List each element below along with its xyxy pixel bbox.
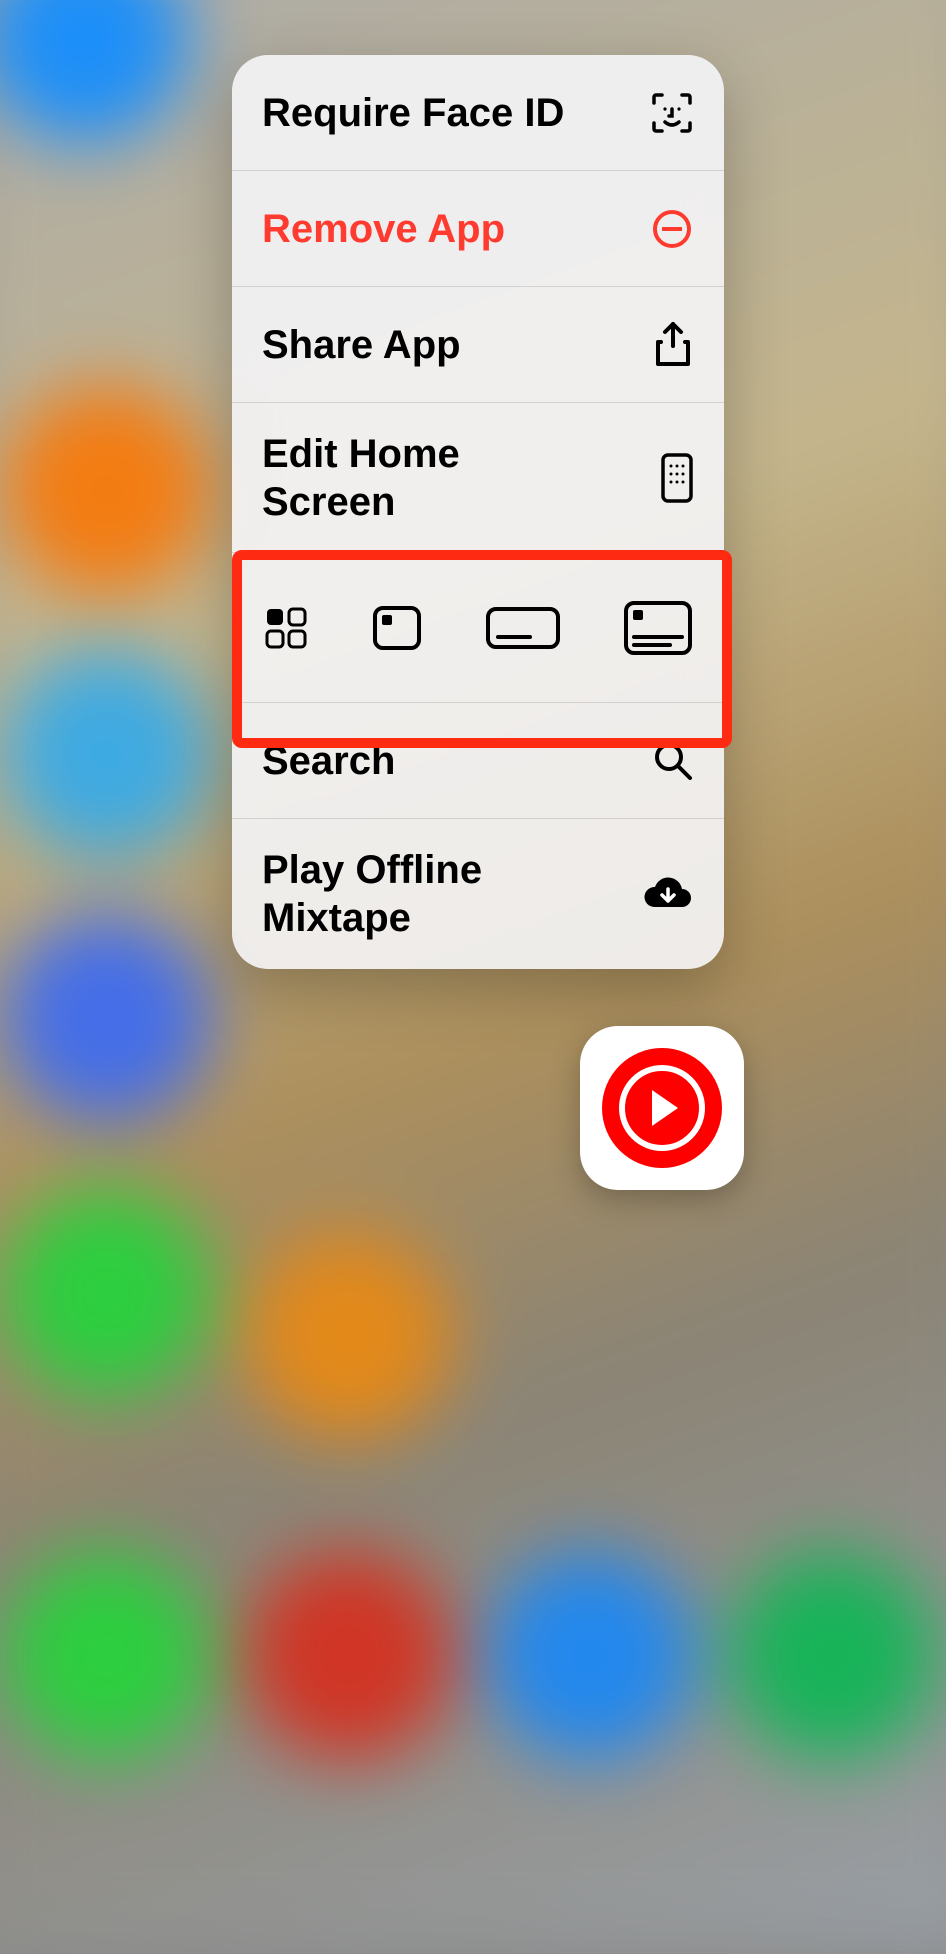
menu-item-label: Share App: [262, 321, 461, 369]
widget-large-card[interactable]: [622, 599, 694, 657]
play-offline-mixtape-item[interactable]: Play Offline Mixtape: [232, 819, 724, 969]
remove-app-item[interactable]: Remove App: [232, 171, 724, 287]
menu-item-label: Remove App: [262, 205, 505, 253]
cloud-download-icon: [642, 875, 694, 913]
youtube-music-icon: [602, 1048, 722, 1168]
search-icon: [652, 740, 694, 782]
menu-item-label: Search: [262, 737, 395, 785]
face-id-icon: [650, 91, 694, 135]
app-icon-youtube-music[interactable]: [580, 1026, 744, 1190]
widget-size-row: [232, 553, 724, 703]
widget-small-card[interactable]: [370, 603, 424, 653]
menu-item-label: Play Offline Mixtape: [262, 846, 602, 942]
remove-icon: [650, 207, 694, 251]
widget-wide-card[interactable]: [484, 605, 562, 651]
phone-grid-icon: [660, 452, 694, 504]
app-context-menu: Require Face ID Remove App Share App: [232, 55, 724, 969]
widget-icon-grid[interactable]: [262, 604, 310, 652]
require-face-id-item[interactable]: Require Face ID: [232, 55, 724, 171]
edit-home-screen-item[interactable]: Edit Home Screen: [232, 403, 724, 553]
menu-item-label: Edit Home Screen: [262, 430, 602, 526]
menu-item-label: Require Face ID: [262, 89, 564, 137]
share-app-item[interactable]: Share App: [232, 287, 724, 403]
search-item[interactable]: Search: [232, 703, 724, 819]
share-icon: [652, 320, 694, 370]
